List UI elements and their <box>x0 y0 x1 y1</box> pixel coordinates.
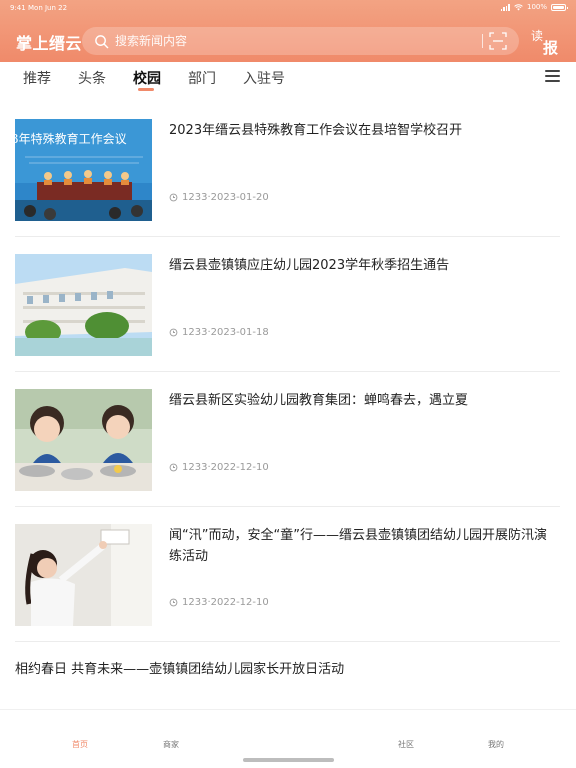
news-views-date: 1233·2023-01-18 <box>182 327 269 338</box>
battery-icon <box>551 3 568 11</box>
wifi-icon <box>514 3 523 10</box>
tab-headlines[interactable]: 头条 <box>78 68 106 88</box>
menu-icon[interactable] <box>545 70 560 82</box>
news-meta: 1233·2023-01-18 <box>169 327 269 338</box>
news-title: 2023年缙云县特殊教育工作会议在县培智学校召开 <box>169 123 463 138</box>
nav-mine[interactable]: 我的 <box>488 739 504 750</box>
search-icon <box>95 34 109 48</box>
app-title: 掌上缙云 <box>16 34 83 53</box>
read-paper-char1: 读 <box>531 29 544 43</box>
news-thumbnail <box>15 524 152 626</box>
scan-icon[interactable] <box>489 32 507 50</box>
tab-departments[interactable]: 部门 <box>188 68 216 88</box>
search-input[interactable] <box>115 34 482 48</box>
news-title: 缙云县新区实验幼儿园教育集团：蝉鸣春去，遇立夏 <box>169 393 469 408</box>
cellular-signal-icon <box>500 3 510 11</box>
news-thumbnail <box>15 254 152 356</box>
news-views-date: 1233·2022-12-10 <box>182 597 269 608</box>
news-meta: 1233·2022-12-10 <box>169 597 269 608</box>
news-title[interactable]: 相约春日 共育未来——壶镇镇团结幼儿园家长开放日活动 <box>15 658 344 677</box>
app-header: 9:41 Mon Jun 22 100% 掌上缙云 读 报 <box>0 0 576 62</box>
clock-icon <box>169 328 178 337</box>
news-views-date: 1233·2022-12-10 <box>182 462 269 473</box>
news-item[interactable]: 闻“汛”而动，安全“童”行——缙云县壶镇镇团结幼儿园开展防汛演练活动 1233·… <box>15 507 560 642</box>
news-thumbnail: 3年特殊教育工作会议 <box>15 119 152 221</box>
status-date: Mon Jun 22 <box>28 4 68 12</box>
nav-merchants[interactable]: 商家 <box>163 739 179 750</box>
read-paper-button[interactable]: 读 报 <box>528 26 564 58</box>
news-item[interactable]: 缙云县壶镇镇应庄幼儿园2023学年秋季招生通告 1233·2023-01-18 <box>15 237 560 372</box>
news-title: 缙云县壶镇镇应庄幼儿园2023学年秋季招生通告 <box>169 258 450 273</box>
home-indicator <box>243 758 334 762</box>
category-tabs: 推荐 头条 校园 部门 入驻号 <box>0 62 576 94</box>
battery-percent: 100% <box>526 3 547 11</box>
banner-text: 3年特殊教育工作会议 <box>15 131 127 146</box>
search-bar[interactable] <box>82 27 519 55</box>
news-item[interactable]: 缙云县新区实验幼儿园教育集团：蝉鸣春去，遇立夏 1233·2022-12-10 <box>15 372 560 507</box>
tab-recommend[interactable]: 推荐 <box>23 68 51 88</box>
news-item[interactable]: 3年特殊教育工作会议 2023年缙云县特殊教育工作会议在县培智学校召开 1233… <box>15 102 560 237</box>
active-tab-indicator <box>138 88 154 91</box>
status-bar: 9:41 Mon Jun 22 100% <box>0 0 576 16</box>
news-meta: 1233·2023-01-20 <box>169 192 269 203</box>
nav-home[interactable]: 首页 <box>72 739 88 750</box>
tab-campus[interactable]: 校园 <box>133 68 161 88</box>
clock-icon <box>169 193 178 202</box>
clock-icon <box>169 598 178 607</box>
news-thumbnail <box>15 389 152 491</box>
clock-icon <box>169 463 178 472</box>
news-title: 闻“汛”而动，安全“童”行——缙云县壶镇镇团结幼儿园开展防汛演练活动 <box>169 528 547 564</box>
read-paper-char2: 报 <box>543 39 559 57</box>
nav-community[interactable]: 社区 <box>398 739 414 750</box>
news-views-date: 1233·2023-01-20 <box>182 192 269 203</box>
news-meta: 1233·2022-12-10 <box>169 462 269 473</box>
status-time: 9:41 <box>10 4 26 12</box>
tab-settled-accounts[interactable]: 入驻号 <box>243 68 285 88</box>
search-divider <box>482 34 483 48</box>
